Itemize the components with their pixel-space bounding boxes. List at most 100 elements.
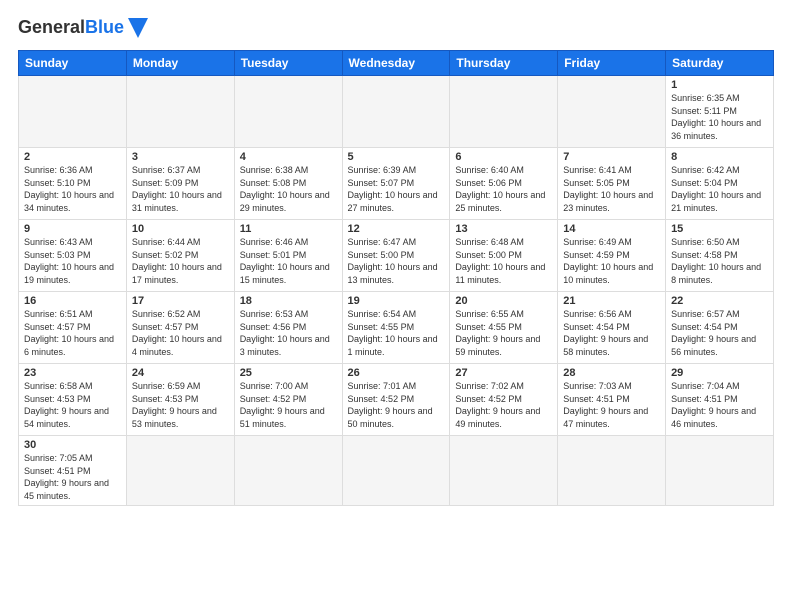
day-info: Sunrise: 6:47 AM Sunset: 5:00 PM Dayligh…: [348, 236, 445, 286]
day-number: 8: [671, 151, 768, 163]
day-info: Sunrise: 6:43 AM Sunset: 5:03 PM Dayligh…: [24, 236, 121, 286]
day-info: Sunrise: 7:00 AM Sunset: 4:52 PM Dayligh…: [240, 380, 337, 430]
logo-svg: GeneralBlue: [18, 18, 124, 38]
day-number: 20: [455, 295, 552, 307]
col-header-friday: Friday: [558, 51, 666, 76]
day-info: Sunrise: 7:03 AM Sunset: 4:51 PM Dayligh…: [563, 380, 660, 430]
calendar-cell: [558, 76, 666, 148]
day-info: Sunrise: 6:59 AM Sunset: 4:53 PM Dayligh…: [132, 380, 229, 430]
header: GeneralBlue: [18, 18, 774, 38]
calendar-cell: [234, 76, 342, 148]
calendar-cell: 22Sunrise: 6:57 AM Sunset: 4:54 PM Dayli…: [666, 292, 774, 364]
calendar-cell: [450, 76, 558, 148]
calendar-cell: 26Sunrise: 7:01 AM Sunset: 4:52 PM Dayli…: [342, 364, 450, 436]
calendar-cell: 16Sunrise: 6:51 AM Sunset: 4:57 PM Dayli…: [19, 292, 127, 364]
day-info: Sunrise: 6:44 AM Sunset: 5:02 PM Dayligh…: [132, 236, 229, 286]
calendar-cell: 13Sunrise: 6:48 AM Sunset: 5:00 PM Dayli…: [450, 220, 558, 292]
day-number: 27: [455, 367, 552, 379]
calendar-cell: [234, 436, 342, 506]
day-number: 29: [671, 367, 768, 379]
calendar-cell: 25Sunrise: 7:00 AM Sunset: 4:52 PM Dayli…: [234, 364, 342, 436]
day-info: Sunrise: 6:58 AM Sunset: 4:53 PM Dayligh…: [24, 380, 121, 430]
day-info: Sunrise: 7:04 AM Sunset: 4:51 PM Dayligh…: [671, 380, 768, 430]
calendar-cell: 23Sunrise: 6:58 AM Sunset: 4:53 PM Dayli…: [19, 364, 127, 436]
day-info: Sunrise: 6:56 AM Sunset: 4:54 PM Dayligh…: [563, 308, 660, 358]
calendar-cell: 3Sunrise: 6:37 AM Sunset: 5:09 PM Daylig…: [126, 148, 234, 220]
day-number: 6: [455, 151, 552, 163]
day-number: 9: [24, 223, 121, 235]
day-number: 12: [348, 223, 445, 235]
day-info: Sunrise: 6:57 AM Sunset: 4:54 PM Dayligh…: [671, 308, 768, 358]
day-number: 7: [563, 151, 660, 163]
day-number: 11: [240, 223, 337, 235]
day-info: Sunrise: 6:38 AM Sunset: 5:08 PM Dayligh…: [240, 164, 337, 214]
day-number: 28: [563, 367, 660, 379]
col-header-thursday: Thursday: [450, 51, 558, 76]
calendar-cell: [666, 436, 774, 506]
logo-triangle-icon: [128, 18, 148, 38]
day-number: 23: [24, 367, 121, 379]
calendar-cell: 6Sunrise: 6:40 AM Sunset: 5:06 PM Daylig…: [450, 148, 558, 220]
col-header-tuesday: Tuesday: [234, 51, 342, 76]
day-info: Sunrise: 6:41 AM Sunset: 5:05 PM Dayligh…: [563, 164, 660, 214]
calendar-cell: 12Sunrise: 6:47 AM Sunset: 5:00 PM Dayli…: [342, 220, 450, 292]
calendar-cell: 9Sunrise: 6:43 AM Sunset: 5:03 PM Daylig…: [19, 220, 127, 292]
calendar-cell: 21Sunrise: 6:56 AM Sunset: 4:54 PM Dayli…: [558, 292, 666, 364]
col-header-monday: Monday: [126, 51, 234, 76]
day-number: 18: [240, 295, 337, 307]
calendar-cell: 30Sunrise: 7:05 AM Sunset: 4:51 PM Dayli…: [19, 436, 127, 506]
col-header-saturday: Saturday: [666, 51, 774, 76]
calendar-cell: [558, 436, 666, 506]
day-info: Sunrise: 6:51 AM Sunset: 4:57 PM Dayligh…: [24, 308, 121, 358]
col-header-sunday: Sunday: [19, 51, 127, 76]
calendar-cell: 24Sunrise: 6:59 AM Sunset: 4:53 PM Dayli…: [126, 364, 234, 436]
day-number: 24: [132, 367, 229, 379]
day-number: 21: [563, 295, 660, 307]
day-info: Sunrise: 6:40 AM Sunset: 5:06 PM Dayligh…: [455, 164, 552, 214]
calendar-cell: 17Sunrise: 6:52 AM Sunset: 4:57 PM Dayli…: [126, 292, 234, 364]
day-info: Sunrise: 6:46 AM Sunset: 5:01 PM Dayligh…: [240, 236, 337, 286]
calendar-cell: 27Sunrise: 7:02 AM Sunset: 4:52 PM Dayli…: [450, 364, 558, 436]
day-number: 22: [671, 295, 768, 307]
calendar-cell: 19Sunrise: 6:54 AM Sunset: 4:55 PM Dayli…: [342, 292, 450, 364]
day-number: 26: [348, 367, 445, 379]
day-info: Sunrise: 6:36 AM Sunset: 5:10 PM Dayligh…: [24, 164, 121, 214]
day-info: Sunrise: 7:05 AM Sunset: 4:51 PM Dayligh…: [24, 452, 121, 502]
day-info: Sunrise: 6:50 AM Sunset: 4:58 PM Dayligh…: [671, 236, 768, 286]
day-number: 14: [563, 223, 660, 235]
calendar-cell: [342, 436, 450, 506]
logo: GeneralBlue: [18, 18, 148, 38]
day-info: Sunrise: 6:42 AM Sunset: 5:04 PM Dayligh…: [671, 164, 768, 214]
calendar-cell: 10Sunrise: 6:44 AM Sunset: 5:02 PM Dayli…: [126, 220, 234, 292]
col-header-wednesday: Wednesday: [342, 51, 450, 76]
page: GeneralBlue SundayMondayTuesdayWednesday…: [0, 0, 792, 612]
calendar-cell: 4Sunrise: 6:38 AM Sunset: 5:08 PM Daylig…: [234, 148, 342, 220]
day-info: Sunrise: 6:37 AM Sunset: 5:09 PM Dayligh…: [132, 164, 229, 214]
day-info: Sunrise: 6:35 AM Sunset: 5:11 PM Dayligh…: [671, 92, 768, 142]
calendar-cell: 2Sunrise: 6:36 AM Sunset: 5:10 PM Daylig…: [19, 148, 127, 220]
day-number: 13: [455, 223, 552, 235]
calendar-cell: [19, 76, 127, 148]
calendar: SundayMondayTuesdayWednesdayThursdayFrid…: [18, 50, 774, 506]
calendar-header-row: SundayMondayTuesdayWednesdayThursdayFrid…: [19, 51, 774, 76]
day-info: Sunrise: 6:39 AM Sunset: 5:07 PM Dayligh…: [348, 164, 445, 214]
calendar-cell: 18Sunrise: 6:53 AM Sunset: 4:56 PM Dayli…: [234, 292, 342, 364]
day-info: Sunrise: 6:48 AM Sunset: 5:00 PM Dayligh…: [455, 236, 552, 286]
calendar-cell: [450, 436, 558, 506]
day-info: Sunrise: 6:49 AM Sunset: 4:59 PM Dayligh…: [563, 236, 660, 286]
day-number: 15: [671, 223, 768, 235]
day-info: Sunrise: 6:52 AM Sunset: 4:57 PM Dayligh…: [132, 308, 229, 358]
day-info: Sunrise: 6:54 AM Sunset: 4:55 PM Dayligh…: [348, 308, 445, 358]
day-info: Sunrise: 7:01 AM Sunset: 4:52 PM Dayligh…: [348, 380, 445, 430]
calendar-cell: 28Sunrise: 7:03 AM Sunset: 4:51 PM Dayli…: [558, 364, 666, 436]
calendar-cell: [342, 76, 450, 148]
day-number: 16: [24, 295, 121, 307]
day-number: 17: [132, 295, 229, 307]
day-number: 5: [348, 151, 445, 163]
calendar-cell: 11Sunrise: 6:46 AM Sunset: 5:01 PM Dayli…: [234, 220, 342, 292]
day-number: 30: [24, 439, 121, 451]
calendar-cell: 29Sunrise: 7:04 AM Sunset: 4:51 PM Dayli…: [666, 364, 774, 436]
day-number: 10: [132, 223, 229, 235]
calendar-cell: 14Sunrise: 6:49 AM Sunset: 4:59 PM Dayli…: [558, 220, 666, 292]
calendar-cell: 5Sunrise: 6:39 AM Sunset: 5:07 PM Daylig…: [342, 148, 450, 220]
